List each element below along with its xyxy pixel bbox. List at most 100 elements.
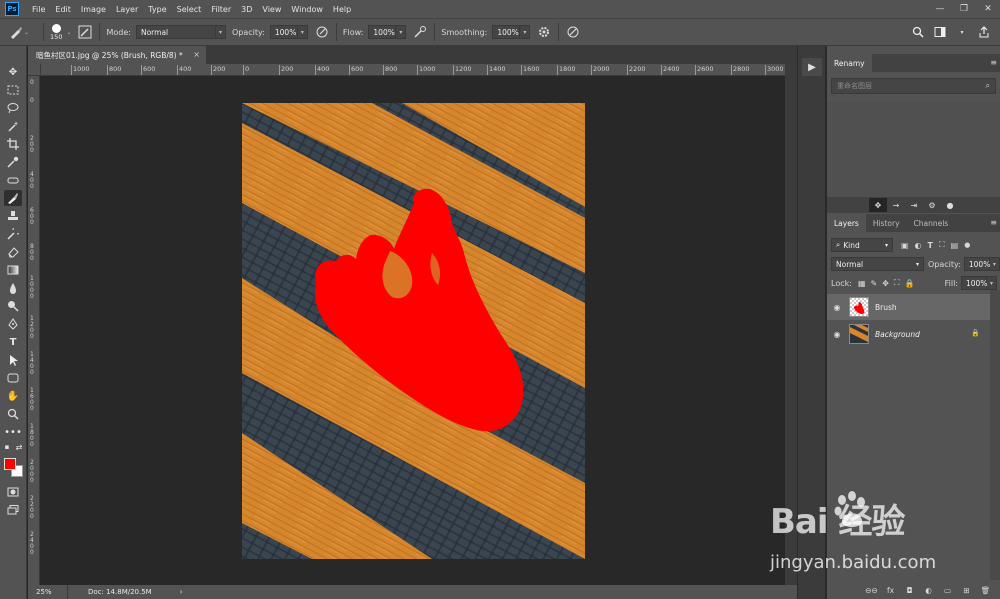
brush-size-picker[interactable]: 150 — [50, 23, 62, 41]
airbrush-icon[interactable] — [412, 24, 428, 40]
menu-view[interactable]: View — [257, 5, 286, 14]
lock-position-icon[interactable]: ✥ — [882, 279, 889, 288]
tab-history[interactable]: History — [866, 214, 907, 232]
default-colors-icon[interactable]: ▪ — [2, 442, 12, 452]
menu-filter[interactable]: Filter — [206, 5, 236, 14]
restore-button[interactable]: ❐ — [952, 0, 976, 18]
plugin-main-icon[interactable]: ✥ — [869, 198, 887, 212]
eye-icon[interactable]: ◉ — [827, 330, 847, 339]
zoom-tool-icon[interactable] — [4, 406, 22, 422]
move-tool-icon[interactable]: ✥ — [4, 64, 22, 80]
pen-tool-icon[interactable] — [4, 316, 22, 332]
new-group-icon[interactable]: ▭ — [938, 586, 957, 595]
search-icon[interactable]: ⌕ — [986, 81, 990, 91]
menu-3d[interactable]: 3D — [236, 5, 257, 14]
gradient-tool-icon[interactable] — [4, 262, 22, 278]
menu-type[interactable]: Type — [143, 5, 171, 14]
lock-transparent-icon[interactable]: ▦ — [858, 279, 866, 288]
menu-file[interactable]: File — [27, 5, 50, 14]
menu-edit[interactable]: Edit — [50, 5, 76, 14]
trash-icon[interactable]: 🗑 — [976, 586, 995, 595]
edit-toolbar-icon[interactable]: ••• — [4, 424, 22, 440]
chevron-down-icon[interactable]: ▾ — [987, 276, 997, 290]
hand-tool-icon[interactable]: ✋ — [4, 388, 22, 404]
close-tab-icon[interactable]: × — [193, 50, 200, 59]
rectangle-tool-icon[interactable] — [4, 370, 22, 386]
tab-renamy[interactable]: Renamy — [827, 54, 872, 72]
arrow-into-icon[interactable]: ⇥ — [905, 198, 923, 212]
document-image[interactable] — [242, 103, 585, 559]
eyedropper-tool-icon[interactable] — [4, 154, 22, 170]
flow-input[interactable]: 100% — [368, 25, 397, 39]
lock-artboard-icon[interactable]: ⛶ — [894, 278, 900, 288]
filter-pixel-icon[interactable]: ▣ — [901, 241, 909, 250]
status-menu-arrow-icon[interactable]: › — [180, 588, 183, 596]
layer-row-brush[interactable]: ◉ Brush — [827, 294, 990, 320]
pressure-opacity-icon[interactable] — [314, 24, 330, 40]
ruler-origin[interactable] — [28, 64, 41, 76]
layers-scrollbar[interactable] — [990, 290, 1000, 580]
marquee-tool-icon[interactable] — [4, 82, 22, 98]
panel-menu-icon[interactable]: ≡ — [990, 218, 997, 227]
blur-tool-icon[interactable] — [4, 280, 22, 296]
arrow-right-icon[interactable]: → — [887, 198, 905, 212]
blend-mode-select[interactable]: Normal ▾ — [831, 257, 924, 271]
crop-tool-icon[interactable] — [4, 136, 22, 152]
chevron-down-icon[interactable]: ▾ — [215, 25, 226, 39]
tab-channels[interactable]: Channels — [907, 214, 956, 232]
clone-stamp-tool-icon[interactable] — [4, 208, 22, 224]
magic-wand-tool-icon[interactable] — [4, 118, 22, 134]
gear-icon[interactable]: ⚙ — [923, 198, 941, 212]
swap-colors-icon[interactable]: ⇄ — [14, 442, 24, 452]
info-icon[interactable]: ● — [941, 198, 959, 212]
canvas-area[interactable] — [41, 76, 785, 585]
eye-icon[interactable]: ◉ — [827, 303, 847, 312]
link-layers-icon[interactable]: ⊖⊖ — [862, 586, 881, 595]
chevron-down-icon[interactable]: ▾ — [520, 25, 531, 39]
share-icon[interactable] — [976, 24, 992, 40]
search-icon[interactable] — [910, 24, 926, 40]
layer-name[interactable]: Background — [875, 330, 920, 339]
menu-select[interactable]: Select — [172, 5, 207, 14]
minimize-button[interactable]: — — [928, 0, 952, 18]
filter-smart-object-icon[interactable]: ▤ — [951, 241, 959, 250]
screen-mode-icon[interactable] — [4, 502, 22, 518]
vertical-ruler[interactable]: 0 0 2 0 0 4 0 0 6 0 0 8 0 0 1 0 0 0 1 2 … — [28, 76, 40, 585]
quick-mask-icon[interactable] — [4, 484, 22, 500]
menu-layer[interactable]: Layer — [111, 5, 143, 14]
play-action-icon[interactable]: ▶ — [802, 58, 822, 76]
document-tab[interactable]: 暗鱼村区01.jpg @ 25% (Brush, RGB/8) * × — [28, 46, 206, 64]
horizontal-ruler[interactable]: 1000 800 600 400 200 0 200 400 600 800 1… — [41, 64, 785, 76]
layer-name[interactable]: Brush — [875, 303, 897, 312]
lock-all-icon[interactable]: 🔒 — [905, 279, 915, 288]
mode-select[interactable]: Normal — [135, 25, 216, 39]
tab-layers[interactable]: Layers — [827, 214, 866, 232]
menu-image[interactable]: Image — [76, 5, 111, 14]
gear-icon[interactable] — [536, 24, 552, 40]
type-tool-icon[interactable]: T — [4, 334, 22, 350]
chevron-down-icon[interactable]: ⌄ — [24, 29, 29, 36]
kind-filter-select[interactable]: ⌕ Kind ▾ — [831, 238, 893, 252]
close-window-button[interactable]: ✕ — [976, 0, 1000, 18]
workspace-icon[interactable] — [932, 24, 948, 40]
layer-opacity-input[interactable]: 100% — [963, 257, 990, 271]
menu-window[interactable]: Window — [286, 5, 328, 14]
lock-image-icon[interactable]: ✎ — [871, 279, 878, 288]
layer-row-background[interactable]: ◉ Background 🔒 — [827, 321, 990, 347]
chevron-down-icon[interactable]: ▾ — [989, 257, 1000, 271]
panel-menu-icon[interactable]: ≡ — [990, 58, 997, 67]
eraser-tool-icon[interactable] — [4, 244, 22, 260]
new-layer-icon[interactable]: ⊞ — [957, 586, 976, 595]
smoothing-input[interactable]: 100% — [492, 25, 521, 39]
filter-adjustment-icon[interactable]: ◐ — [915, 241, 922, 250]
opacity-input[interactable]: 100% — [269, 25, 298, 39]
rename-layer-input[interactable]: 重命名图层 ⌕ — [831, 78, 996, 94]
history-brush-tool-icon[interactable] — [4, 226, 22, 242]
chevron-down-icon[interactable]: ▾ — [396, 25, 407, 39]
brush-settings-panel-icon[interactable] — [77, 24, 93, 40]
add-mask-icon[interactable]: ◘ — [900, 586, 919, 595]
brush-tool-preset-icon[interactable] — [8, 24, 24, 40]
foreground-color-swatch[interactable] — [4, 458, 16, 470]
healing-brush-tool-icon[interactable] — [4, 172, 22, 188]
filter-shape-icon[interactable]: ⛶ — [939, 240, 945, 250]
